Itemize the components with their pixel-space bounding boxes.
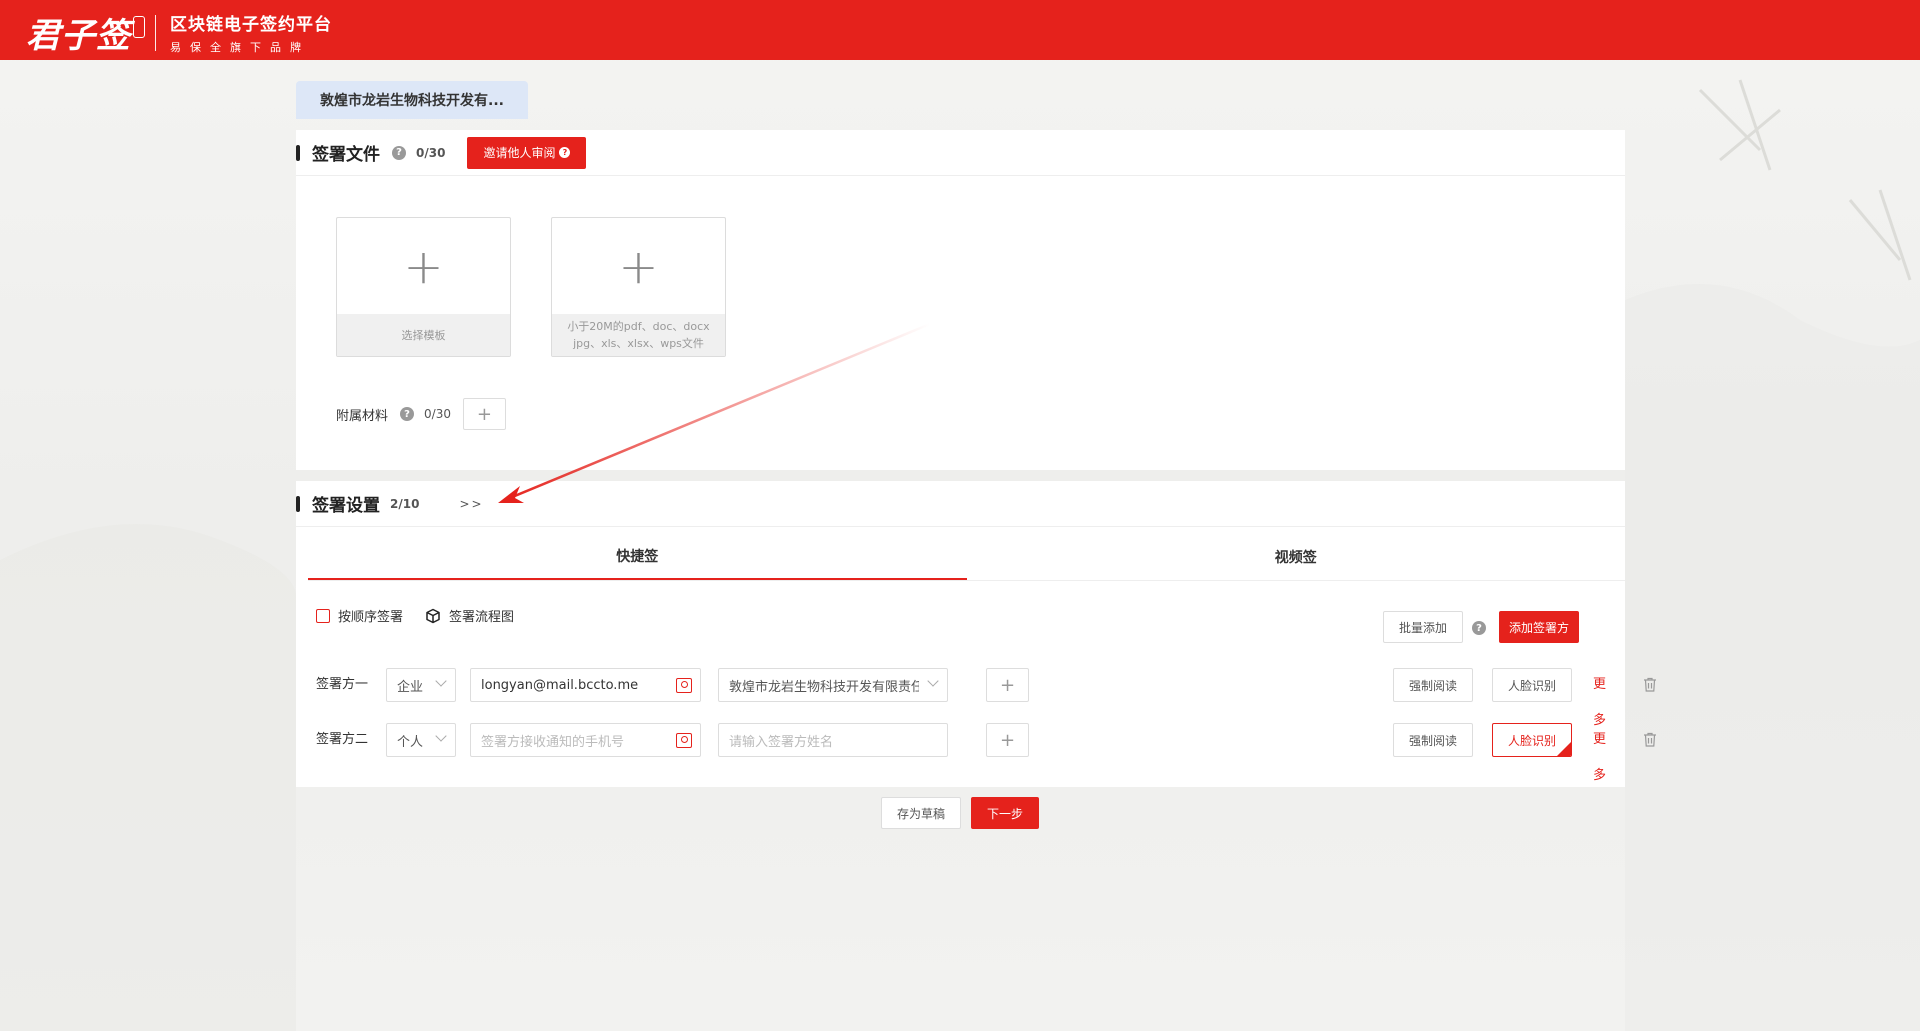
platform-title: 区块链电子签约平台	[170, 15, 332, 35]
signer-name-input[interactable]: 请输入签署方姓名	[718, 723, 948, 757]
contact-book-icon[interactable]	[676, 733, 692, 748]
signing-files-header: 签署文件 ? 0/30 邀请他人审阅 ?	[296, 130, 1625, 176]
signing-files-title: 签署文件	[312, 145, 380, 165]
signer-name-placeholder: 请输入签署方姓名	[729, 734, 834, 750]
signer-contact-value: longyan@mail.bccto.me	[481, 677, 639, 693]
section-marker	[296, 495, 300, 512]
add-signer-button[interactable]: 添加签署方	[1499, 611, 1579, 643]
expand-arrows-icon[interactable]: >>	[459, 497, 483, 511]
document-tab[interactable]: 敦煌市龙岩生物科技开发有...	[296, 81, 528, 119]
chevron-down-icon	[435, 675, 447, 687]
logo-divider	[155, 14, 156, 51]
invite-review-label: 邀请他人审阅	[483, 146, 556, 160]
attachments-label: 附属材料	[336, 408, 389, 424]
choose-template-card[interactable]: + 选择模板	[336, 217, 511, 357]
parties-count: 2/10	[390, 496, 420, 511]
cube-icon	[426, 608, 440, 623]
upload-file-card[interactable]: + 小于20M的pdf、doc、docx jpg、xls、xlsx、wps文件	[551, 217, 726, 357]
section-marker	[296, 144, 300, 161]
signing-settings-panel: 签署设置 2/10 >> 快捷签 视频签 按顺序签署 签署流程图 批量添加 ? …	[296, 481, 1656, 787]
signer-type-value: 企业	[397, 679, 424, 695]
face-recognition-button[interactable]: 人脸识别	[1492, 723, 1572, 757]
more-link[interactable]: 更多	[1593, 722, 1616, 783]
upload-hint-line1: 小于20M的pdf、doc、docx	[567, 320, 710, 333]
signer-label: 签署方一	[316, 677, 369, 692]
signer-type-select[interactable]: 企业	[386, 668, 456, 702]
top-header-bar: 君子签 区块链电子签约平台 易保全旗下品牌	[0, 0, 1920, 60]
chevron-down-icon	[927, 675, 939, 687]
signer-name-value: 敦煌市龙岩生物科技开发有限责任	[729, 679, 919, 695]
batch-add-button[interactable]: 批量添加	[1383, 611, 1463, 643]
force-read-button[interactable]: 强制阅读	[1393, 668, 1473, 702]
platform-subtitle: 易保全旗下品牌	[170, 41, 310, 54]
signer-row-1: 签署方一 企业 longyan@mail.bccto.me 敦煌市龙岩生物科技开…	[316, 667, 1656, 728]
tab-quick-sign[interactable]: 快捷签	[308, 533, 967, 580]
signing-files-panel: 签署文件 ? 0/30 邀请他人审阅 ? + 选择模板 + 小于20M的pdf、…	[296, 130, 1625, 470]
add-signer-field-button[interactable]: +	[986, 723, 1029, 757]
help-icon[interactable]: ?	[400, 407, 415, 421]
force-read-button[interactable]: 强制阅读	[1393, 723, 1473, 757]
footer-actions: 存为草稿 下一步	[881, 797, 1039, 829]
sign-options-row: 按顺序签署 签署流程图	[316, 606, 514, 625]
signer-phone-input[interactable]: 签署方接收通知的手机号	[470, 723, 701, 757]
attachments-row: 附属材料 ? 0/30 +	[336, 398, 506, 430]
brand-logo[interactable]: 君子签 区块链电子签约平台 易保全旗下品牌	[26, 8, 332, 57]
help-icon[interactable]: ?	[1472, 621, 1486, 635]
trash-icon[interactable]	[1643, 732, 1657, 747]
trash-icon[interactable]	[1643, 677, 1657, 692]
sequential-sign-label[interactable]: 按顺序签署	[338, 606, 403, 625]
help-icon[interactable]: ?	[392, 145, 406, 160]
sequential-sign-checkbox[interactable]	[316, 608, 330, 623]
attachments-count: 0/30	[424, 407, 451, 421]
signer-row-2: 签署方二 个人 签署方接收通知的手机号 请输入签署方姓名 + 强制阅读 人脸识别…	[316, 722, 1656, 783]
files-count: 0/30	[416, 145, 446, 160]
logo-tagline: 区块链电子签约平台 易保全旗下品牌	[170, 10, 332, 55]
add-attachment-button[interactable]: +	[462, 398, 506, 430]
signer-phone-placeholder: 签署方接收通知的手机号	[481, 734, 625, 750]
plus-icon: +	[403, 238, 444, 295]
signer-type-select[interactable]: 个人	[386, 723, 456, 757]
more-link[interactable]: 更多	[1593, 667, 1616, 728]
sign-mode-tabs: 快捷签 视频签	[308, 533, 1625, 581]
invite-review-button[interactable]: 邀请他人审阅 ?	[467, 136, 587, 169]
contact-book-icon[interactable]	[676, 678, 692, 693]
invite-help-icon: ?	[559, 147, 571, 158]
next-step-button[interactable]: 下一步	[971, 797, 1039, 829]
logo-seal-icon	[133, 15, 145, 38]
flowchart-label[interactable]: 签署流程图	[449, 606, 514, 625]
logo-wordmark: 君子签	[26, 16, 131, 56]
save-draft-button[interactable]: 存为草稿	[881, 797, 961, 829]
choose-template-label: 选择模板	[401, 328, 446, 342]
chevron-down-icon	[435, 730, 447, 742]
signing-settings-header: 签署设置 2/10 >>	[296, 481, 1625, 527]
signer-contact-input[interactable]: longyan@mail.bccto.me	[470, 668, 701, 702]
face-recognition-button[interactable]: 人脸识别	[1492, 668, 1572, 702]
signer-label: 签署方二	[316, 732, 369, 747]
tab-video-sign[interactable]: 视频签	[967, 533, 1626, 580]
plus-icon: +	[618, 238, 659, 295]
signer-type-value: 个人	[397, 734, 424, 750]
add-signer-field-button[interactable]: +	[986, 668, 1029, 702]
signing-settings-title: 签署设置	[312, 496, 380, 516]
upload-hint-line2: jpg、xls、xlsx、wps文件	[573, 337, 704, 350]
signer-name-select[interactable]: 敦煌市龙岩生物科技开发有限责任	[718, 668, 948, 702]
